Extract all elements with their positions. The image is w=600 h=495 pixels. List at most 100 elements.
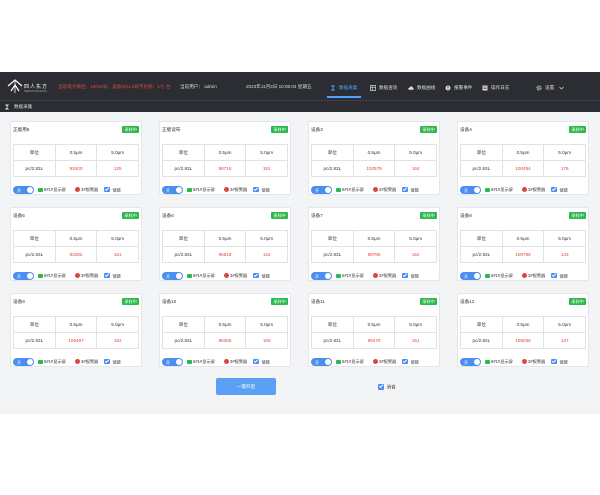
enable-checkbox[interactable]: 使能	[402, 272, 419, 280]
value-50um: 151	[96, 246, 139, 263]
nav-settings[interactable]: 设置	[536, 80, 564, 96]
display-icon	[485, 359, 490, 364]
enable-checkbox[interactable]: 使能	[253, 358, 270, 366]
device-name: 设备12	[460, 299, 475, 304]
display-label: 6#1#显示屏	[44, 273, 66, 278]
value-50um: 143	[543, 246, 586, 263]
nav-data-query[interactable]: 数据查询	[370, 80, 397, 96]
power-toggle[interactable]: 开	[311, 358, 332, 366]
header-05um: 0.5μm	[203, 230, 247, 247]
power-toggle[interactable]: 开	[13, 186, 34, 194]
header-05um: 0.5μm	[54, 316, 98, 333]
power-toggle[interactable]: 开	[311, 272, 332, 280]
alarm-dot-icon	[373, 187, 378, 192]
power-toggle[interactable]: 开	[311, 186, 332, 194]
value-50um: 151	[394, 332, 437, 349]
toggle-knob	[325, 187, 331, 193]
display-icon	[336, 187, 341, 192]
header-unit: 单位	[311, 230, 354, 247]
toggle-label: 开	[315, 359, 320, 365]
unit-cell: pc/2.83L	[13, 160, 56, 177]
alarm-dot-icon	[224, 359, 229, 364]
power-toggle[interactable]: 开	[162, 186, 183, 194]
table-row: pc/2.83L 105497 182	[13, 332, 139, 349]
alarm-label: 3#报警器	[230, 187, 248, 192]
toggle-knob	[176, 187, 182, 193]
alarm-label: 3#报警器	[230, 359, 248, 364]
nav-alarm-events[interactable]: 报警事件	[445, 80, 472, 96]
alarm-dot-icon	[224, 187, 229, 192]
checkbox-icon	[253, 272, 259, 278]
display-label: 6#1#显示屏	[193, 273, 215, 278]
value-05um: 102579	[352, 160, 396, 177]
table-row: pc/2.83L 100484 176	[460, 160, 586, 177]
enable-checkbox[interactable]: 使能	[402, 358, 419, 366]
header-50um: 5.0μm	[543, 230, 586, 247]
display-indicator: 6#1#显示屏	[187, 359, 215, 365]
power-toggle[interactable]: 开	[460, 272, 481, 280]
header-unit: 单位	[162, 144, 205, 161]
display-indicator: 6#1#显示屏	[38, 187, 66, 193]
status-badge: 采样中	[271, 298, 288, 305]
header-unit: 单位	[162, 230, 205, 247]
nav-label: 数据曲线	[417, 85, 436, 90]
enable-checkbox[interactable]: 使能	[551, 186, 568, 194]
header-05um: 0.5μm	[352, 230, 396, 247]
alarm-label: 3#报警器	[81, 273, 99, 278]
enable-checkbox[interactable]: 使能	[253, 272, 270, 280]
unit-cell: pc/2.83L	[162, 246, 205, 263]
checkbox-icon	[551, 358, 557, 364]
checkbox-icon	[402, 186, 408, 192]
display-indicator: 6#1#显示屏	[38, 273, 66, 279]
enable-checkbox[interactable]: 使能	[551, 272, 568, 280]
power-toggle[interactable]: 开	[13, 272, 34, 280]
enable-checkbox[interactable]: 使能	[551, 358, 568, 366]
alarm-icon	[445, 85, 451, 91]
device-controls: 开 6#1#显示屏 3#报警器 使能	[162, 186, 290, 194]
enable-checkbox[interactable]: 使能	[104, 186, 121, 194]
header-unit: 单位	[311, 144, 354, 161]
enable-checkbox[interactable]: 使能	[253, 186, 270, 194]
table-header-row: 单位 0.5μm 5.0μm	[162, 230, 288, 247]
value-05um: 105497	[54, 332, 98, 349]
value-05um: 88716	[203, 160, 247, 177]
value-50um: 151	[245, 160, 288, 177]
enable-label: 使能	[559, 187, 568, 192]
device-controls: 开 6#1#显示屏 3#报警器 使能	[13, 358, 141, 366]
device-name: 设备9	[13, 299, 25, 304]
checkbox-icon	[253, 186, 259, 192]
nav-data-collect[interactable]: 数据采集	[330, 80, 357, 96]
mute-checkbox[interactable]: 消音	[378, 384, 396, 391]
device-card: 设备8 采样中 单位 0.5μm 5.0μm pc/2.83L 100796 143 开 6#1#…	[457, 207, 589, 281]
reading-table: 单位 0.5μm 5.0μm pc/2.83L 105497 182	[13, 316, 139, 349]
power-toggle[interactable]: 开	[162, 358, 183, 366]
alarm-label: 3#报警器	[379, 359, 397, 364]
enable-checkbox[interactable]: 使能	[104, 358, 121, 366]
enable-checkbox[interactable]: 使能	[402, 186, 419, 194]
power-toggle[interactable]: 开	[162, 272, 183, 280]
device-name: 设备4	[460, 127, 472, 132]
display-icon	[485, 273, 490, 278]
nav-operation-log[interactable]: 操作日志	[482, 80, 509, 96]
device-card: 设备4 采样中 单位 0.5μm 5.0μm pc/2.83L 100484 176 开 6#1#…	[457, 121, 589, 195]
display-icon	[187, 187, 192, 192]
power-toggle[interactable]: 开	[13, 358, 34, 366]
value-05um: 93262	[54, 246, 98, 263]
header-05um: 0.5μm	[203, 316, 247, 333]
logo-text: 四人东方	[24, 84, 49, 90]
value-05um: 95818	[203, 246, 247, 263]
alarm-dot-icon	[75, 273, 80, 278]
nav-label: 设置	[545, 85, 555, 90]
toggle-knob	[325, 359, 331, 365]
start-all-button[interactable]: 一键开启	[216, 378, 276, 395]
logo: 四人东方 SIREN DONGFANG	[6, 77, 49, 95]
power-toggle[interactable]: 开	[460, 186, 481, 194]
display-label: 6#1#显示屏	[44, 187, 66, 192]
reading-table: 单位 0.5μm 5.0μm pc/2.83L 93262 151	[13, 230, 139, 263]
display-label: 6#1#显示屏	[491, 359, 513, 364]
nav-data-curve[interactable]: 数据曲线	[408, 80, 435, 96]
user-name: admin	[204, 84, 217, 89]
power-toggle[interactable]: 开	[460, 358, 481, 366]
enable-checkbox[interactable]: 使能	[104, 272, 121, 280]
display-label: 6#1#显示屏	[193, 187, 215, 192]
